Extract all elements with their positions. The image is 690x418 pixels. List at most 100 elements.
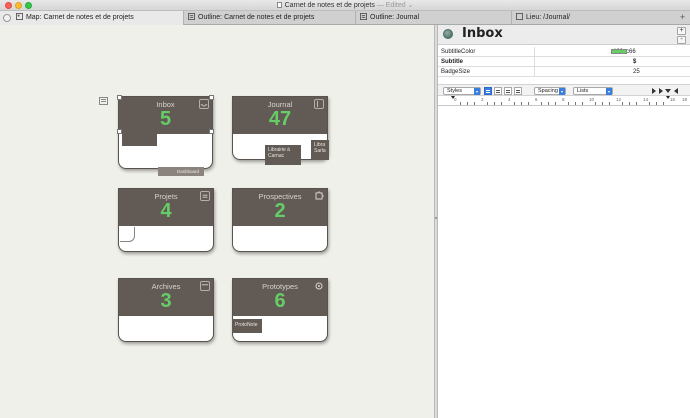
journal-note[interactable]: Librairie à Carnac: [265, 145, 301, 165]
ruler-tick: [501, 102, 502, 105]
attribute-row[interactable]: Subtitle $: [438, 57, 690, 67]
card-archives[interactable]: Archives 3: [118, 278, 214, 342]
journal-note[interactable]: Libra Sarla: [311, 140, 329, 160]
tab-stop-decimal-icon[interactable]: [665, 89, 671, 93]
remove-attribute-button[interactable]: -: [677, 36, 686, 44]
attribute-table: SubtitleColor #66cc66 Subtitle $ BadgeSi…: [438, 47, 690, 77]
ruler-number: 2: [481, 97, 484, 102]
card-count: 3: [160, 290, 172, 312]
align-right-button[interactable]: [514, 87, 522, 95]
spacing-popup[interactable]: Spacing ▾: [534, 87, 566, 95]
right-margin-marker-icon[interactable]: [666, 96, 670, 99]
tab-map[interactable]: Map: Carnet de notes et de projets: [0, 11, 184, 25]
card-inbox[interactable]: Inbox 5: [117, 95, 214, 172]
ruler-tick: [629, 102, 630, 105]
prototype-note[interactable]: ProtoNote: [232, 319, 262, 333]
styles-popup-label: Styles: [447, 88, 462, 94]
text-editor[interactable]: [438, 107, 690, 418]
card-projets[interactable]: Projets 4: [118, 188, 214, 252]
tab-stop-right-icon[interactable]: [674, 88, 678, 94]
ruler-tick: [575, 102, 576, 105]
attribute-name: Subtitle: [441, 59, 463, 65]
tab-label: Outline: Carnet de notes et de projets: [198, 14, 315, 21]
ruler-number: 4: [508, 97, 511, 102]
card-count: 47: [268, 108, 292, 130]
ruler-number: 10: [589, 97, 595, 102]
note-badge-icon: [443, 29, 453, 39]
add-tab-button[interactable]: +: [677, 12, 688, 23]
app-window: Carnet de notes et de projets — Edited ⌄…: [0, 0, 690, 418]
tab-outline-carnet[interactable]: Outline: Carnet de notes et de projets: [184, 11, 356, 25]
tab-stop-left-icon[interactable]: [652, 88, 656, 94]
ruler-tick: [636, 102, 637, 105]
ruler-tick: [649, 102, 650, 105]
selection-handle[interactable]: [117, 95, 122, 100]
selection-handle[interactable]: [209, 95, 214, 100]
attribute-name: SubtitleColor: [441, 49, 476, 55]
dashboard-badge[interactable]: Dashboard: [158, 167, 204, 176]
edited-indicator[interactable]: — Edited ⌄: [377, 2, 414, 9]
attribute-row[interactable]: SubtitleColor #66cc66: [438, 47, 690, 57]
selection-handle[interactable]: [209, 129, 214, 134]
card-prospectives[interactable]: Prospectives 2: [232, 188, 328, 252]
selection-handle[interactable]: [117, 129, 122, 134]
attribute-name: BadgeSize: [441, 69, 471, 75]
attribute-row[interactable]: BadgeSize 25: [438, 67, 690, 77]
ruler-tick: [467, 102, 468, 105]
ruler-tick: [514, 102, 515, 105]
card-journal[interactable]: Journal 47 Librairie à Carnac Libra Sarl…: [232, 96, 329, 165]
ruler-number: 6: [535, 97, 538, 102]
ruler-tick: [494, 102, 495, 105]
chevron-down-icon: ▾: [606, 88, 612, 95]
ruler-number: 12: [616, 97, 622, 102]
attribute-value[interactable]: #66cc66: [534, 47, 636, 57]
color-swatch[interactable]: [611, 49, 627, 54]
gear-icon: [315, 282, 323, 290]
card-count: 2: [274, 200, 286, 222]
location-icon: [516, 13, 523, 20]
tab-label: Outline: Journal: [370, 14, 420, 21]
ruler-tick: [663, 102, 664, 105]
align-center-button[interactable]: [494, 87, 502, 95]
card-count: 5: [159, 108, 172, 130]
title-bar: Carnet de notes et de projets — Edited ⌄: [0, 0, 690, 11]
attribute-value[interactable]: 25: [534, 67, 640, 77]
spacing-popup-label: Spacing: [538, 88, 558, 94]
chevron-down-icon: ▾: [559, 88, 565, 95]
tab-close-icon[interactable]: [3, 14, 11, 22]
ruler-tick: [602, 102, 603, 105]
outline-toggle-icon[interactable]: [99, 97, 108, 105]
lists-popup[interactable]: Lists ▾: [573, 87, 613, 95]
inspector-title: Inbox: [462, 26, 503, 41]
tab-bar: Map: Carnet de notes et de projets Outli…: [0, 11, 690, 25]
attribute-value[interactable]: $: [534, 57, 636, 67]
chevron-down-icon: ▾: [474, 88, 480, 95]
ruler-tick: [582, 102, 583, 105]
styles-popup[interactable]: Styles ▾: [443, 87, 481, 95]
tab-stop-center-icon[interactable]: [659, 88, 663, 94]
ruler-tick: [528, 102, 529, 105]
ruler-tick: [541, 102, 542, 105]
tab-outline-journal[interactable]: Outline: Journal: [356, 11, 512, 25]
project-item[interactable]: [120, 227, 135, 242]
ruler-number: 18: [682, 97, 688, 102]
format-bar: Styles ▾ Spacing ▾ Lists ▾: [438, 84, 690, 96]
add-attribute-button[interactable]: +: [677, 27, 686, 35]
tab-label: Lieu: /Journal/: [526, 14, 570, 21]
align-justify-button[interactable]: [504, 87, 512, 95]
card-prototypes[interactable]: Prototypes 6 ProtoNote: [232, 278, 328, 342]
inspector-header: Inbox + -: [438, 25, 690, 45]
card-count: 6: [274, 290, 286, 312]
tab-label: Map: Carnet de notes et de projets: [25, 14, 134, 21]
tab-lieu-journal[interactable]: Lieu: /Journal/: [512, 11, 676, 25]
ruler-tick: [595, 102, 596, 105]
text-ruler[interactable]: 0 2 4 6 8 10 12 14 16 18: [438, 96, 690, 106]
card-count: 4: [160, 200, 172, 222]
splitter-grip-icon: [435, 217, 437, 219]
map-canvas[interactable]: Inbox 5 Dashboard Journal 47 Librairie à…: [0, 25, 434, 418]
puzzle-icon: [315, 191, 324, 200]
align-left-button[interactable]: [484, 87, 492, 95]
ruler-tick: [487, 102, 488, 105]
ruler-tick: [656, 102, 657, 105]
inbox-contents: [122, 134, 157, 146]
